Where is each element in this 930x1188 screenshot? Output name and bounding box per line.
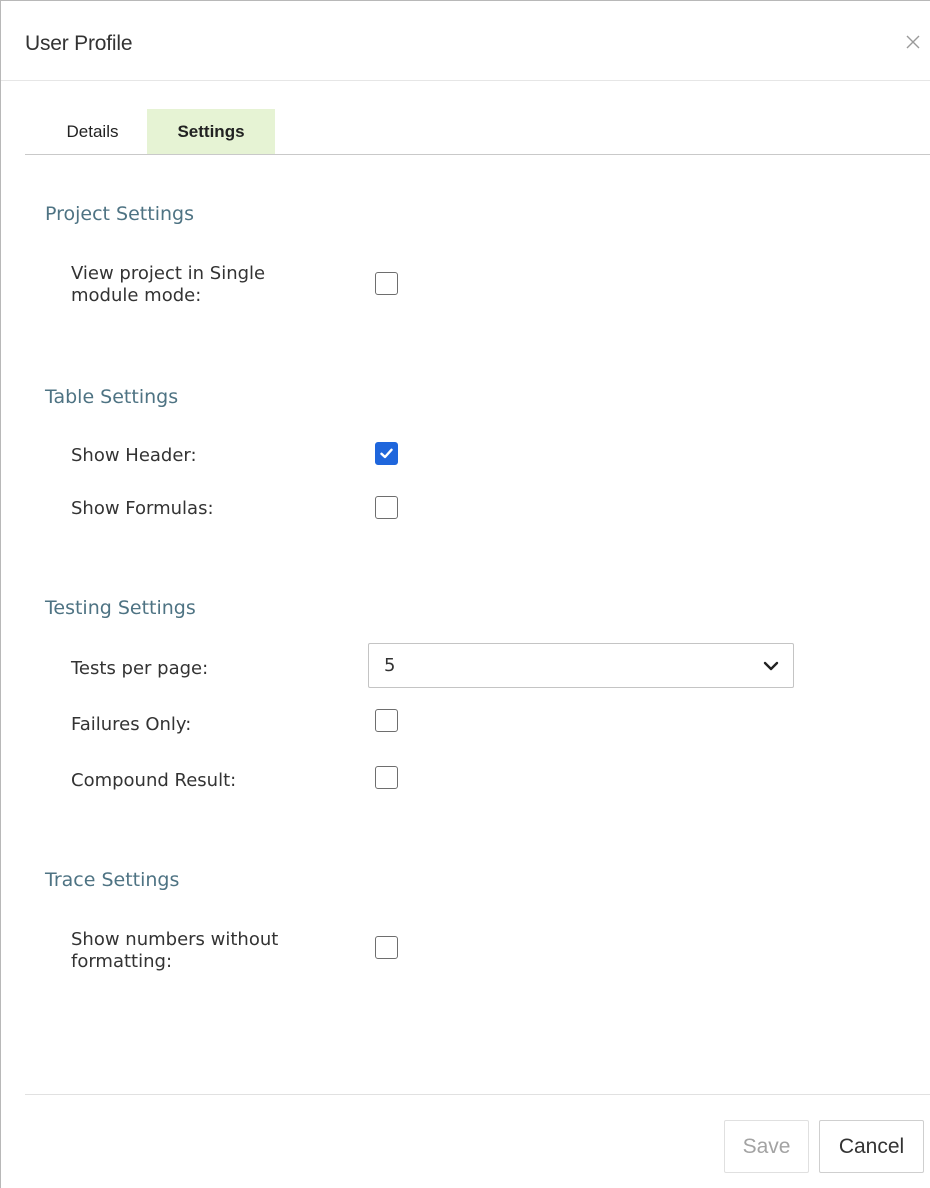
trace-settings-title: Trace Settings [45,869,180,891]
save-button[interactable]: Save [724,1120,809,1173]
show-numbers-checkbox[interactable] [375,936,398,959]
tab-details[interactable]: Details [35,109,150,154]
compound-result-checkbox[interactable] [375,766,398,789]
footer-divider [25,1094,930,1095]
user-profile-dialog: User Profile Details Settings Project Se… [0,0,930,1188]
show-formulas-checkbox[interactable] [375,496,398,519]
table-settings-title: Table Settings [45,386,179,408]
show-header-label: Show Header: [71,445,197,466]
dialog-header: User Profile [1,1,930,81]
failures-only-label: Failures Only: [71,714,192,735]
tests-per-page-label: Tests per page: [71,658,209,679]
chevron-down-icon [763,661,779,671]
close-icon[interactable] [898,27,928,57]
failures-only-checkbox[interactable] [375,709,398,732]
checkmark-icon [380,448,393,459]
cancel-button[interactable]: Cancel [819,1120,924,1173]
show-header-checkbox[interactable] [375,442,398,465]
tab-settings[interactable]: Settings [147,109,275,154]
tests-per-page-value: 5 [384,655,396,676]
show-numbers-label: Show numbers without formatting: [71,929,279,972]
project-settings-title: Project Settings [45,203,194,225]
tests-per-page-select[interactable]: 5 [368,643,794,688]
testing-settings-title: Testing Settings [45,597,196,619]
single-module-checkbox[interactable] [375,272,398,295]
show-formulas-label: Show Formulas: [71,498,214,519]
single-module-label: View project in Single module mode: [71,263,266,306]
dialog-title: User Profile [25,32,133,55]
compound-result-label: Compound Result: [71,770,237,791]
tab-bar: Details Settings [25,109,930,155]
